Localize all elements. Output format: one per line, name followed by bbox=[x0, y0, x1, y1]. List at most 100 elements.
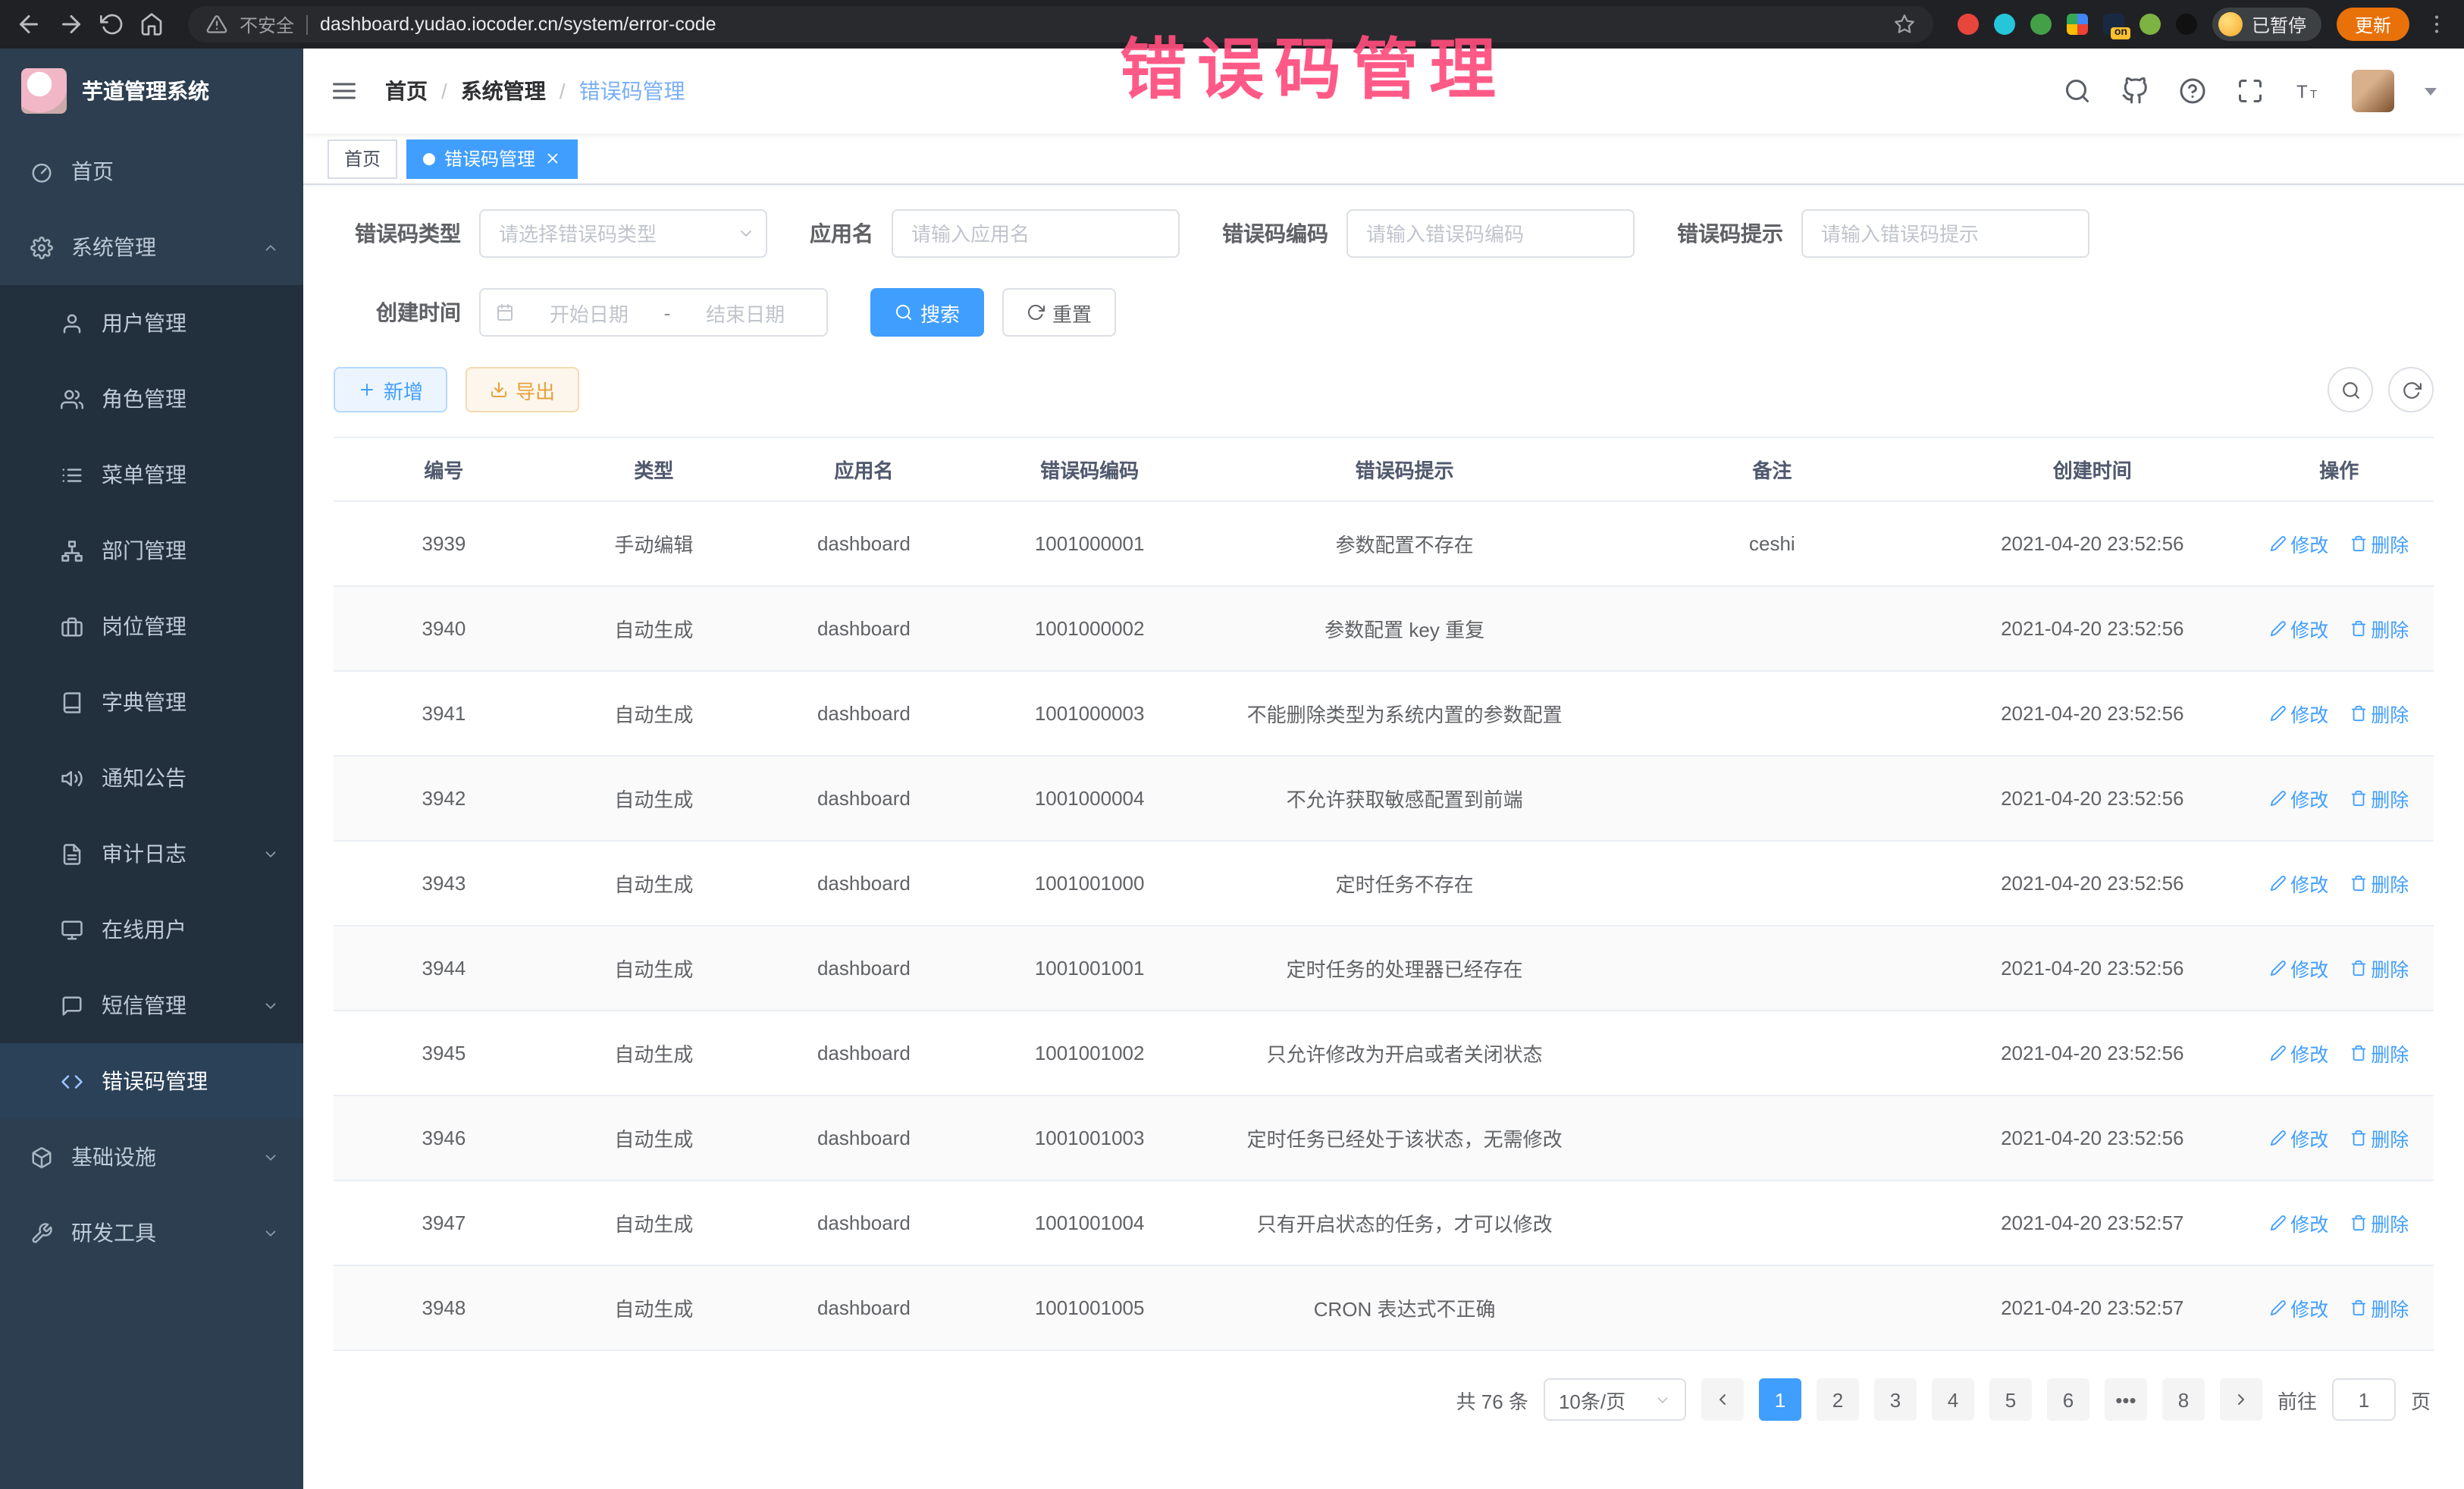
cell-type: 自动生成 bbox=[554, 926, 754, 1011]
col-header-time: 创建时间 bbox=[1940, 437, 2245, 501]
browser-forward-icon[interactable] bbox=[58, 11, 85, 38]
sidebar-item-users[interactable]: 用户管理 bbox=[0, 285, 303, 361]
bookmark-star-icon[interactable] bbox=[1894, 14, 1915, 35]
sidebar-item-error-code[interactable]: 错误码管理 bbox=[0, 1043, 303, 1119]
error-type-select[interactable] bbox=[479, 209, 767, 258]
toggle-search-button[interactable] bbox=[2328, 367, 2373, 412]
profile-chip[interactable]: 已暂停 bbox=[2212, 8, 2321, 41]
start-date-placeholder[interactable]: 开始日期 bbox=[523, 298, 655, 327]
app-logo-bar[interactable]: 芋道管理系统 bbox=[0, 49, 303, 133]
edit-icon bbox=[2269, 790, 2286, 807]
edit-link[interactable]: 修改 bbox=[2269, 1124, 2328, 1152]
page-button[interactable]: 6 bbox=[2047, 1378, 2089, 1421]
sidebar-item-dictionary[interactable]: 字典管理 bbox=[0, 664, 303, 740]
cell-message: 参数配置不存在 bbox=[1205, 501, 1604, 586]
sidebar-item-roles[interactable]: 角色管理 bbox=[0, 361, 303, 437]
sidebar-item-menus[interactable]: 菜单管理 bbox=[0, 437, 303, 513]
extension-icon-leaf[interactable] bbox=[2140, 14, 2161, 35]
sidebar-item-dev-tools[interactable]: 研发工具 bbox=[0, 1195, 303, 1271]
next-page-button[interactable] bbox=[2220, 1378, 2262, 1421]
close-icon[interactable] bbox=[544, 150, 561, 167]
browser-home-icon[interactable] bbox=[140, 12, 164, 36]
avatar-caret-down-icon[interactable] bbox=[2425, 87, 2437, 95]
edit-link[interactable]: 修改 bbox=[2269, 1039, 2328, 1067]
browser-menu-icon[interactable] bbox=[2425, 12, 2449, 36]
page-button[interactable]: 8 bbox=[2162, 1378, 2205, 1421]
sidebar-item-sms[interactable]: 短信管理 bbox=[0, 967, 303, 1043]
url-text[interactable]: dashboard.yudao.iocoder.cn/system/error-… bbox=[320, 14, 1882, 35]
search-button[interactable]: 搜索 bbox=[870, 288, 984, 337]
page-button[interactable]: 2 bbox=[1817, 1378, 1859, 1421]
extension-icon-drop[interactable] bbox=[1994, 14, 2015, 35]
sidebar-item-departments[interactable]: 部门管理 bbox=[0, 513, 303, 588]
sidebar-item-posts[interactable]: 岗位管理 bbox=[0, 588, 303, 664]
sidebar-item-dashboard[interactable]: 首页 bbox=[0, 133, 303, 209]
delete-link[interactable]: 删除 bbox=[2350, 699, 2409, 728]
date-range-picker[interactable]: 开始日期 - 结束日期 bbox=[479, 288, 828, 337]
cell-remark bbox=[1604, 1096, 1940, 1180]
trash-icon bbox=[2350, 1130, 2366, 1146]
edit-link[interactable]: 修改 bbox=[2269, 1208, 2328, 1237]
error-code-input[interactable] bbox=[1346, 209, 1635, 258]
header-search-button[interactable] bbox=[2064, 77, 2091, 105]
add-button[interactable]: 新增 bbox=[334, 367, 447, 412]
edit-link[interactable]: 修改 bbox=[2269, 954, 2328, 983]
browser-reload-icon[interactable] bbox=[100, 12, 124, 36]
extension-icon-green-v[interactable] bbox=[2030, 14, 2052, 35]
user-avatar[interactable] bbox=[2352, 70, 2394, 112]
page-button[interactable]: 4 bbox=[1932, 1378, 1974, 1421]
sidebar-item-online-users[interactable]: 在线用户 bbox=[0, 892, 303, 967]
fullscreen-button[interactable] bbox=[2237, 77, 2264, 105]
edit-link[interactable]: 修改 bbox=[2269, 699, 2328, 728]
page-button[interactable]: 1 bbox=[1759, 1378, 1801, 1421]
browser-update-button[interactable]: 更新 bbox=[2337, 8, 2409, 41]
extension-icon-pin[interactable] bbox=[2176, 14, 2197, 35]
delete-link[interactable]: 删除 bbox=[2350, 529, 2409, 558]
delete-link[interactable]: 删除 bbox=[2350, 1124, 2409, 1152]
docs-help-button[interactable] bbox=[2179, 77, 2206, 105]
address-bar[interactable]: 不安全 dashboard.yudao.iocoder.cn/system/er… bbox=[188, 6, 1933, 42]
cell-app: dashboard bbox=[754, 671, 974, 756]
delete-link[interactable]: 删除 bbox=[2350, 614, 2409, 643]
delete-link[interactable]: 删除 bbox=[2350, 954, 2409, 983]
extension-icon-red[interactable] bbox=[1958, 14, 1979, 35]
delete-link[interactable]: 删除 bbox=[2350, 869, 2409, 898]
page-button[interactable]: 5 bbox=[1989, 1378, 2032, 1421]
extension-icon-dark[interactable]: on bbox=[2103, 14, 2124, 35]
edit-link[interactable]: 修改 bbox=[2269, 529, 2328, 558]
tab-error-code[interactable]: 错误码管理 bbox=[406, 139, 578, 178]
edit-link[interactable]: 修改 bbox=[2269, 1293, 2328, 1322]
prev-page-button[interactable] bbox=[1701, 1378, 1744, 1421]
breadcrumb-system[interactable]: 系统管理 bbox=[461, 76, 546, 106]
chevron-down-icon bbox=[262, 1149, 279, 1165]
sidebar-item-notices[interactable]: 通知公告 bbox=[0, 740, 303, 816]
sidebar-toggle-button[interactable] bbox=[331, 77, 358, 105]
refresh-table-button[interactable] bbox=[2388, 367, 2434, 412]
edit-link[interactable]: 修改 bbox=[2269, 784, 2328, 813]
reset-button[interactable]: 重置 bbox=[1002, 288, 1116, 337]
github-link-button[interactable] bbox=[2121, 77, 2149, 105]
delete-link[interactable]: 删除 bbox=[2350, 1293, 2409, 1322]
page-button[interactable]: 3 bbox=[1874, 1378, 1917, 1421]
delete-link[interactable]: 删除 bbox=[2350, 1039, 2409, 1067]
error-hint-input[interactable] bbox=[1801, 209, 2089, 258]
sidebar-item-audit-log[interactable]: 审计日志 bbox=[0, 816, 303, 892]
page-button[interactable]: ••• bbox=[2105, 1378, 2147, 1421]
browser-back-icon[interactable] bbox=[15, 11, 42, 38]
error-type-select-input[interactable] bbox=[479, 209, 767, 258]
breadcrumb-home[interactable]: 首页 bbox=[385, 76, 428, 106]
sidebar-item-infrastructure[interactable]: 基础设施 bbox=[0, 1119, 303, 1195]
delete-link[interactable]: 删除 bbox=[2350, 1208, 2409, 1237]
app-name-input[interactable] bbox=[892, 209, 1180, 258]
extension-icon-grid[interactable] bbox=[2067, 14, 2088, 35]
delete-link[interactable]: 删除 bbox=[2350, 784, 2409, 813]
edit-link[interactable]: 修改 bbox=[2269, 869, 2328, 898]
tab-home[interactable]: 首页 bbox=[328, 139, 397, 178]
export-button[interactable]: 导出 bbox=[466, 367, 579, 412]
font-size-button[interactable] bbox=[2294, 77, 2321, 105]
end-date-placeholder[interactable]: 结束日期 bbox=[679, 298, 811, 327]
sidebar-item-system[interactable]: 系统管理 bbox=[0, 209, 303, 285]
goto-page-input[interactable] bbox=[2332, 1378, 2396, 1421]
page-size-select[interactable]: 10条/页 bbox=[1544, 1378, 1686, 1421]
edit-link[interactable]: 修改 bbox=[2269, 614, 2328, 643]
